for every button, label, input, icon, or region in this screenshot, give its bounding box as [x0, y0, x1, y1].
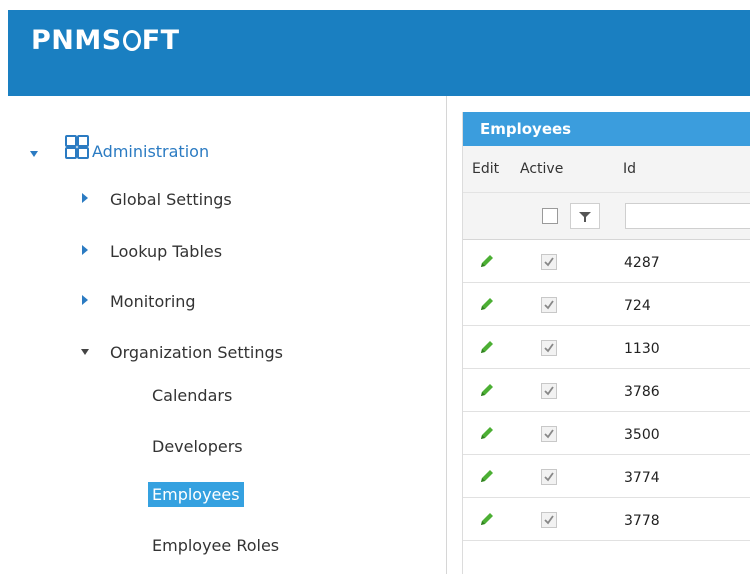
employee-id: 4287 — [624, 255, 660, 271]
top-strip — [0, 0, 750, 10]
table-row[interactable]: 724 — [463, 283, 750, 326]
collapse-arrow-icon[interactable] — [81, 349, 89, 355]
employee-id: 724 — [624, 298, 651, 314]
tree-root-administration[interactable]: Administration — [92, 142, 209, 161]
active-checkbox[interactable] — [541, 383, 557, 399]
tree-item-employees[interactable]: Employees — [148, 482, 244, 507]
tree-item-employee-roles[interactable]: Employee Roles — [152, 536, 279, 555]
expand-arrow-icon[interactable] — [82, 295, 88, 305]
tree-item-monitoring[interactable]: Monitoring — [110, 292, 196, 311]
edit-pencil-icon[interactable] — [478, 510, 496, 528]
panel-divider[interactable] — [446, 96, 447, 574]
table-row[interactable]: 3786 — [463, 369, 750, 412]
tree-item-developers[interactable]: Developers — [152, 437, 243, 456]
tree-item-lookup-tables[interactable]: Lookup Tables — [110, 242, 222, 261]
collapse-arrow-icon[interactable] — [30, 151, 38, 157]
employee-id: 3778 — [624, 513, 660, 529]
tree-item-calendars[interactable]: Calendars — [152, 386, 232, 405]
active-checkbox[interactable] — [541, 426, 557, 442]
edit-pencil-icon[interactable] — [478, 381, 496, 399]
grid-title: Employees — [463, 112, 750, 146]
filter-row — [463, 192, 750, 240]
employee-id: 3774 — [624, 470, 660, 486]
edit-pencil-icon[interactable] — [478, 338, 496, 356]
employee-id: 3786 — [624, 384, 660, 400]
grid-rows: 4287 724 1130 3786 3500 3774 3778 — [463, 240, 750, 541]
column-header-id[interactable]: Id — [623, 161, 636, 177]
edit-pencil-icon[interactable] — [478, 252, 496, 270]
table-row[interactable]: 3500 — [463, 412, 750, 455]
left-border — [0, 96, 8, 574]
employee-id: 3500 — [624, 427, 660, 443]
edit-pencil-icon[interactable] — [478, 467, 496, 485]
table-row[interactable]: 3778 — [463, 498, 750, 541]
brand-logo: PNMS FT — [31, 25, 180, 56]
active-checkbox[interactable] — [541, 297, 557, 313]
table-row[interactable]: 1130 — [463, 326, 750, 369]
active-checkbox[interactable] — [541, 340, 557, 356]
active-checkbox[interactable] — [541, 254, 557, 270]
column-header-edit[interactable]: Edit — [472, 161, 499, 177]
edit-pencil-icon[interactable] — [478, 424, 496, 442]
expand-arrow-icon[interactable] — [82, 193, 88, 203]
tree-item-organization-settings[interactable]: Organization Settings — [110, 343, 283, 362]
edit-pencil-icon[interactable] — [478, 295, 496, 313]
tree-item-global-settings[interactable]: Global Settings — [110, 190, 232, 209]
table-row[interactable]: 3774 — [463, 455, 750, 498]
employees-grid: Employees Edit Active Id 4287 724 1130 3786… — [462, 112, 750, 574]
table-row[interactable]: 4287 — [463, 240, 750, 283]
column-header-active[interactable]: Active — [520, 161, 563, 177]
filter-button[interactable] — [570, 203, 600, 229]
active-checkbox[interactable] — [541, 512, 557, 528]
id-filter-input[interactable] — [625, 203, 750, 229]
app-header: PNMS FT — [8, 10, 750, 96]
selected-item-label[interactable]: Employees — [148, 482, 244, 507]
grid-apps-icon — [65, 135, 89, 159]
grid-header-row: Edit Active Id — [463, 146, 750, 192]
active-filter-checkbox[interactable] — [542, 208, 558, 224]
expand-arrow-icon[interactable] — [82, 245, 88, 255]
active-checkbox[interactable] — [541, 469, 557, 485]
employee-id: 1130 — [624, 341, 660, 357]
sidebar-tree: Administration Global Settings Lookup Ta… — [8, 96, 446, 574]
